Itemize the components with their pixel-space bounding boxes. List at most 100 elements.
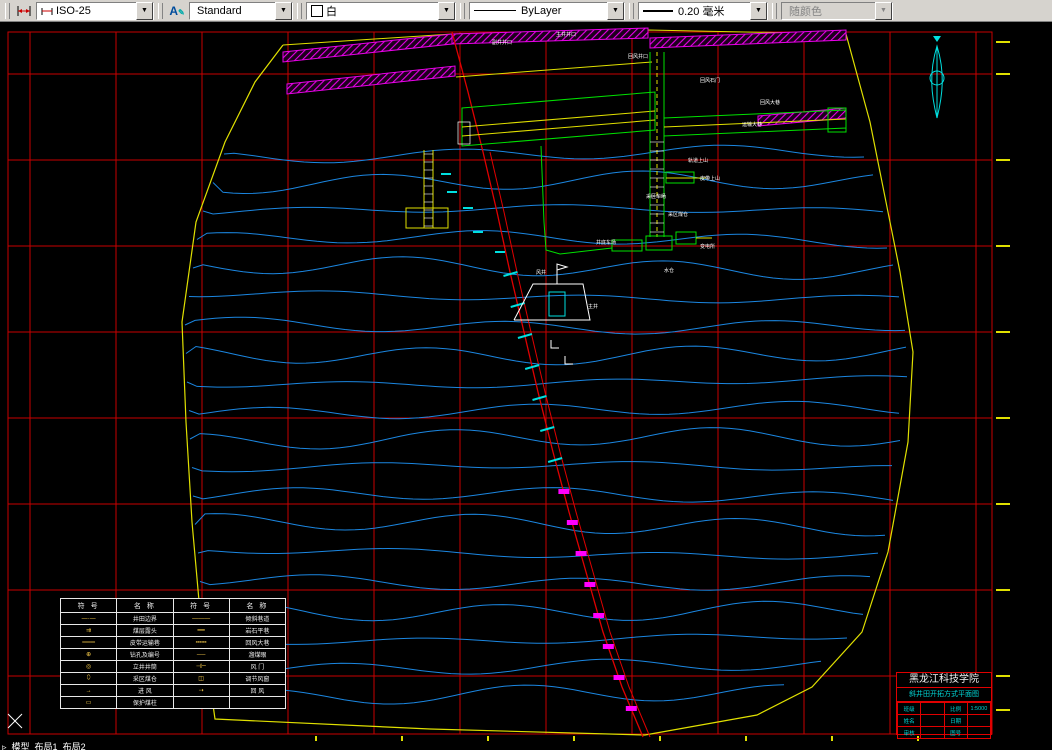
legend-row: ⊕ 钻孔及编号 ── 溜煤眼 (59, 648, 287, 661)
dim-style-dropdown-arrow[interactable]: ▼ (136, 1, 153, 20)
annotation-label: 皮带上山 (700, 175, 720, 182)
annotation-label: 采区煤仓 (668, 211, 688, 218)
annotation-label: 变电所 (700, 243, 715, 250)
text-style-combo[interactable]: Standard ▼ (189, 1, 293, 20)
legend-name: 调节风窗 (228, 672, 287, 685)
lineweight-sample (643, 9, 673, 12)
legend-symbol: ⇉ (59, 624, 118, 637)
coal-outcrop-hatch (282, 27, 847, 127)
legend-name: 井田边界 (116, 612, 174, 625)
legend-name: 风 门 (228, 660, 287, 673)
legend-symbol: —·— (59, 612, 118, 625)
dim-style-small-icon (41, 7, 53, 15)
title-block-cell (966, 714, 992, 727)
title-block-school: 黑龙江科技学院 (897, 673, 991, 688)
legend-symbol: ⊕ (59, 648, 118, 661)
legend-name: 岩石平巷 (228, 624, 287, 637)
title-block-row: 班级 比例 1:5000 (896, 702, 992, 715)
plot-style-value: 随颜色 (789, 5, 822, 18)
annotation-label: 主井井口 (556, 31, 576, 38)
legend-table: 符 号名 称符 号名 称 —·— 井田边界 ——— 倾斜巷道 ⇉ 煤层露头 ━━ 岩石平巷 ═══… (59, 598, 287, 709)
tab-layout2[interactable]: 布局2 (63, 741, 86, 750)
linetype-combo[interactable]: ByLayer ▼ (469, 1, 625, 20)
legend-row: → 进 风 ⇢ 回 风 (59, 684, 287, 697)
annotation-label: 轨道上山 (688, 157, 708, 164)
lineweight-dropdown-arrow[interactable]: ▼ (750, 1, 767, 20)
annotation-label: 水仓 (664, 267, 674, 274)
title-block-cell: 审核 (896, 726, 922, 739)
annotation-label: 主井 (588, 303, 598, 310)
legend-name: 保护煤柱 (116, 696, 174, 709)
title-block-cell: 班级 (896, 702, 922, 715)
toolbar-grip[interactable] (629, 2, 634, 19)
cad-window: ISO-25 ▼ A✎ Standard ▼ 白 ▼ ByLayer ▼ 0.2… (0, 0, 1052, 750)
legend-row: ▭ 保护煤柱 (59, 696, 287, 709)
legend-row: ⇉ 煤层露头 ━━ 岩石平巷 (59, 624, 287, 637)
color-dropdown-arrow[interactable]: ▼ (438, 1, 455, 20)
title-block-cell: 日期 (943, 714, 968, 727)
dim-style-manager-button[interactable] (13, 0, 35, 21)
annotation-label: 采区车场 (646, 193, 666, 200)
title-block-grid: 班级 比例 1:5000 姓名 日期 审核 图号 (896, 702, 992, 739)
legend-name: 回 风 (228, 684, 287, 697)
plot-style-combo: 随颜色 ▼ (781, 1, 893, 20)
tab-model[interactable]: 模型 (12, 741, 30, 750)
legend-header-cell: 符 号 (59, 598, 118, 613)
toolbar-grip[interactable] (5, 2, 10, 19)
annotation-label: 回风石门 (700, 77, 720, 84)
annotation-label: 运输大巷 (742, 121, 762, 128)
edge-ticks (315, 41, 1010, 741)
legend-symbol: ◎ (59, 660, 118, 673)
legend-name: 采区煤仓 (116, 672, 174, 685)
ucs-icon (7, 713, 23, 729)
legend-name: 倾斜巷道 (228, 612, 287, 625)
title-block-row: 姓名 日期 (896, 714, 992, 727)
legend-name: 皮带运输巷 (116, 636, 174, 649)
dim-style-icon (17, 6, 31, 16)
linetype-dropdown-arrow[interactable]: ▼ (607, 1, 624, 20)
legend-name (228, 696, 287, 709)
text-style-value: Standard (197, 4, 242, 17)
legend-symbol: ⬯ (59, 672, 118, 685)
legend-header-cell: 名 称 (228, 598, 287, 613)
title-block-cell: 姓名 (896, 714, 922, 727)
legend-name: 钻孔及编号 (116, 648, 174, 661)
text-style-manager-button[interactable]: A✎ (166, 0, 188, 21)
title-block-cell (920, 702, 945, 715)
legend-symbol (172, 696, 230, 709)
linetype-sample (474, 10, 516, 11)
annotation-label: 回风大巷 (760, 99, 780, 106)
legend-header-cell: 符 号 (172, 598, 230, 613)
annotation-label: 回风井口 (628, 53, 648, 60)
linetype-value: ByLayer (521, 4, 562, 17)
dim-style-combo[interactable]: ISO-25 ▼ (36, 1, 154, 20)
legend-header: 符 号名 称符 号名 称 (59, 598, 287, 613)
dim-style-value: ISO-25 (56, 4, 91, 17)
properties-toolbar: ISO-25 ▼ A✎ Standard ▼ 白 ▼ ByLayer ▼ 0.2… (0, 0, 1052, 22)
annotation-labels: 副井井口 主井井口回风井口回风石门回风大巷运输大巷轨道上山皮带上山采区车场采区煤仓… (492, 31, 780, 310)
legend-symbol: ━━ (172, 624, 230, 637)
toolbar-grip[interactable] (772, 2, 777, 19)
tab-layout1[interactable]: 布局1 (35, 741, 58, 750)
text-style-dropdown-arrow[interactable]: ▼ (275, 1, 292, 20)
lineweight-value: 0.20 毫米 (678, 5, 725, 18)
plot-style-dropdown-arrow: ▼ (875, 1, 892, 20)
toolbar-grip[interactable] (297, 2, 302, 19)
legend-symbol: ——— (172, 612, 230, 625)
tab-scroll-arrow[interactable]: ▹ (2, 741, 7, 750)
legend-symbol: ╍╍╍ (172, 636, 230, 649)
title-block-cell (920, 726, 945, 739)
layout-tab-bar: ▹ 模型 布局1 布局2 (0, 741, 1052, 750)
color-combo[interactable]: 白 ▼ (306, 1, 456, 20)
drawing-canvas[interactable]: 副井井口 主井井口 回风井口 回风石门 回风大巷 运输大巷 轨道上山 皮带上山 采区车场 采区煤仓… (0, 22, 1052, 741)
minefield-boundary (181, 29, 914, 736)
toolbar-grip[interactable] (460, 2, 465, 19)
lineweight-combo[interactable]: 0.20 毫米 ▼ (638, 1, 768, 20)
title-block-drawing-name: 斜井田开拓方式平面图 (897, 688, 991, 702)
toolbar-grip[interactable] (158, 2, 163, 19)
legend-name: 立井井筒 (116, 660, 174, 673)
legend-row: ⬯ 采区煤仓 ◫ 调节风窗 (59, 672, 287, 685)
annotation-label: 风井 (536, 269, 546, 276)
legend-row: ◎ 立井井筒 ⊣⊢ 风 门 (59, 660, 287, 673)
legend-name: 回风大巷 (228, 636, 287, 649)
